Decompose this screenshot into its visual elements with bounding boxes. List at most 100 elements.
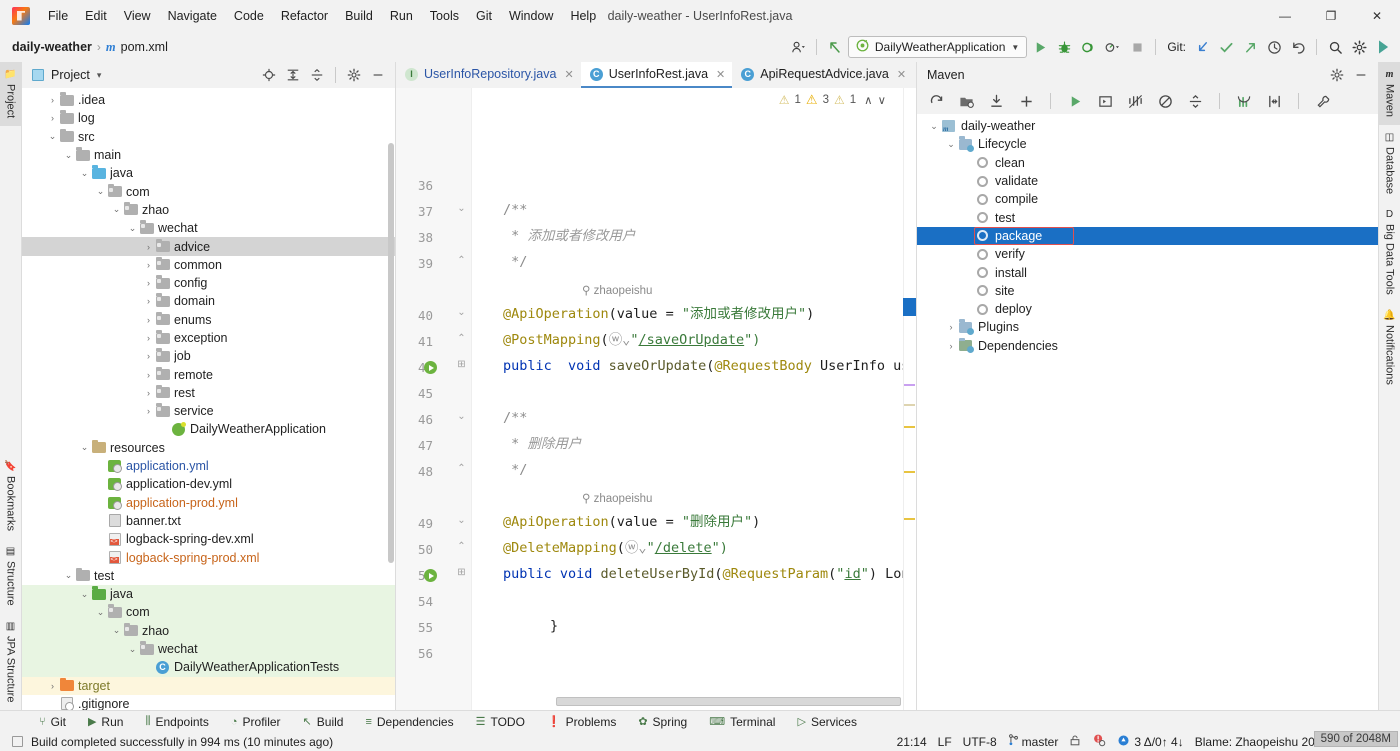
maven-run-icon[interactable] <box>1064 90 1086 112</box>
tree-node-log[interactable]: › log <box>22 109 395 127</box>
close-tab-icon[interactable]: ✕ <box>716 68 725 81</box>
maven-tree[interactable]: ⌄daily-weather⌄Lifecyclecleanvalidatecom… <box>917 114 1378 710</box>
maven-toggle-offline-icon[interactable] <box>1154 90 1176 112</box>
stripe-tab-bookmarks[interactable]: 🔖 Bookmarks <box>0 454 21 539</box>
search-icon[interactable] <box>1324 36 1346 58</box>
tree-node-exception[interactable]: › exception <box>22 329 395 347</box>
close-tab-icon[interactable]: ✕ <box>897 68 906 81</box>
chevron-down-icon[interactable]: ⌄ <box>94 607 107 618</box>
maven-node-daily-weather[interactable]: ⌄ daily-weather <box>917 117 1378 135</box>
maven-download-sources-icon[interactable] <box>985 90 1007 112</box>
line-separator[interactable]: LF <box>938 735 952 749</box>
tree-node-banner-txt[interactable]: banner.txt <box>22 512 395 530</box>
stripe-tab-big-data-tools[interactable]: D Big Data Tools <box>1379 202 1400 303</box>
stripe-tab-notifications[interactable]: 🔔 Notifications <box>1379 303 1400 393</box>
maven-node-compile[interactable]: compile <box>917 190 1378 208</box>
code-fold-icon[interactable]: ⌄ <box>456 515 467 526</box>
maven-skip-tests-icon[interactable] <box>1124 90 1146 112</box>
editor-gutter[interactable]: 3637⌄3839⌃40⌄41⌃42⊞4546⌄4748⌃49⌄50⌃51⊞54… <box>396 88 472 710</box>
run-with-coverage-button[interactable] <box>1077 36 1099 58</box>
stripe-tab-jpa-structure[interactable]: ▥ JPA Structure <box>0 614 21 710</box>
chevron-down-icon[interactable]: ⌄ <box>110 204 123 215</box>
maven-node-clean[interactable]: clean <box>917 154 1378 172</box>
menu-item-run[interactable]: Run <box>382 5 421 27</box>
chevron-right-icon[interactable]: › <box>142 388 155 398</box>
error-stripe-marks[interactable] <box>903 88 916 710</box>
tree-node-main[interactable]: ⌄ main <box>22 146 395 164</box>
settings-gear-icon[interactable] <box>1348 36 1370 58</box>
editor-tab-apirequestadvice[interactable]: C ApiRequestAdvice.java ✕ <box>732 62 913 88</box>
chevron-right-icon[interactable]: › <box>142 370 155 380</box>
error-stripe-mark[interactable] <box>904 404 915 406</box>
chevron-right-icon[interactable]: › <box>142 296 155 306</box>
git-rollback-icon[interactable] <box>1287 36 1309 58</box>
read-only-lock-icon[interactable] <box>1069 734 1081 750</box>
bottom-tab-problems[interactable]: ❗ Problems <box>536 711 627 733</box>
git-branch-widget[interactable]: master <box>1008 734 1058 749</box>
git-commit-icon[interactable] <box>1215 36 1237 58</box>
tree-node-logback-spring-prod-xml[interactable]: logback-spring-prod.xml <box>22 548 395 566</box>
maven-settings-gear-icon[interactable] <box>1326 64 1348 86</box>
chevron-right-icon[interactable]: › <box>944 322 958 332</box>
maven-node-dependencies[interactable]: › Dependencies <box>917 337 1378 355</box>
file-encoding[interactable]: UTF-8 <box>963 735 997 749</box>
bottom-tab-run[interactable]: ▶ Run <box>77 711 134 733</box>
code-fold-icon[interactable]: ⌄ <box>456 307 467 318</box>
maven-node-install[interactable]: install <box>917 263 1378 281</box>
chevron-down-icon[interactable]: ⌄ <box>94 186 107 197</box>
chevron-right-icon[interactable]: › <box>142 278 155 288</box>
run-gutter-icon[interactable] <box>424 361 437 374</box>
chevron-down-icon[interactable]: ⌄ <box>46 131 59 142</box>
chevron-right-icon[interactable]: › <box>46 95 59 105</box>
code-line[interactable]: } <box>550 619 558 634</box>
chevron-down-icon[interactable]: ⌄ <box>62 150 75 161</box>
error-stripe-mark[interactable] <box>904 471 915 473</box>
scroll-from-source-icon[interactable] <box>258 64 280 86</box>
editor-tab-userinforepository[interactable]: I UserInfoRepository.java ✕ <box>396 62 581 88</box>
tree-node-java[interactable]: ⌄ java <box>22 585 395 604</box>
maven-show-dependencies-icon[interactable] <box>1233 90 1255 112</box>
stripe-tab-project[interactable]: 📁 Project <box>0 62 21 127</box>
maven-expand-icon[interactable] <box>1263 90 1285 112</box>
tree-node-remote[interactable]: › remote <box>22 365 395 383</box>
error-stripe-mark[interactable] <box>904 518 915 520</box>
breadcrumb-project[interactable]: daily-weather <box>12 40 92 54</box>
code-editor[interactable]: 3637⌄3839⌃40⌄41⌃42⊞4546⌄4748⌃49⌄50⌃51⊞54… <box>396 88 916 710</box>
code-line[interactable]: * 添加或者修改用户 <box>503 229 635 244</box>
minimize-button[interactable]: — <box>1262 0 1308 32</box>
tree-node-advice[interactable]: › advice <box>22 237 395 256</box>
tree-node-application-yml[interactable]: application.yml <box>22 457 395 475</box>
next-problem-icon[interactable]: ∨ <box>878 93 886 107</box>
code-line[interactable]: public void deleteUserById(@RequestParam… <box>503 567 916 582</box>
caret-position[interactable]: 21:14 <box>897 735 927 749</box>
code-line[interactable]: @PostMapping(ⓦ⌄"/saveOrUpdate") <box>503 333 760 348</box>
code-fold-icon[interactable]: ⊞ <box>456 567 467 578</box>
chevron-right-icon[interactable]: › <box>46 681 59 691</box>
chevron-right-icon[interactable]: › <box>142 351 155 361</box>
menu-item-navigate[interactable]: Navigate <box>160 5 225 27</box>
chevron-down-icon[interactable]: ⌄ <box>78 168 91 179</box>
maven-collapse-icon[interactable] <box>1184 90 1206 112</box>
code-content[interactable]: ⚠ 1 ⚠ 3 ⚠ 1 ∧ ∨ /** * 添加或者修改用户 */ ⚲ zhaop… <box>472 88 916 710</box>
tree-node-java[interactable]: ⌄ java <box>22 164 395 182</box>
menu-item-tools[interactable]: Tools <box>422 5 467 27</box>
chevron-right-icon[interactable]: › <box>142 260 155 270</box>
breadcrumb-file[interactable]: pom.xml <box>121 40 168 54</box>
code-line[interactable]: /** <box>503 203 527 218</box>
tree-node-src[interactable]: ⌄ src <box>22 128 395 146</box>
debug-button[interactable] <box>1053 36 1075 58</box>
error-stripe-mark[interactable] <box>904 426 915 428</box>
bottom-tab-profiler[interactable]: ◔ Profiler <box>220 711 292 733</box>
menu-item-view[interactable]: View <box>116 5 159 27</box>
tree-node-logback-spring-dev-xml[interactable]: logback-spring-dev.xml <box>22 530 395 548</box>
tree-node-com[interactable]: ⌄ com <box>22 182 395 200</box>
maven-node-validate[interactable]: validate <box>917 172 1378 190</box>
tree-node-zhao[interactable]: ⌄ zhao <box>22 621 395 640</box>
maven-node-verify[interactable]: verify <box>917 245 1378 263</box>
tree-node--gitignore[interactable]: .gitignore <box>22 695 395 710</box>
tree-node-rest[interactable]: › rest <box>22 384 395 402</box>
maven-node-deploy[interactable]: deploy <box>917 300 1378 318</box>
collapse-all-icon[interactable] <box>306 64 328 86</box>
stripe-tab-maven[interactable]: m Maven <box>1379 62 1400 126</box>
chevron-right-icon[interactable]: › <box>46 113 59 123</box>
